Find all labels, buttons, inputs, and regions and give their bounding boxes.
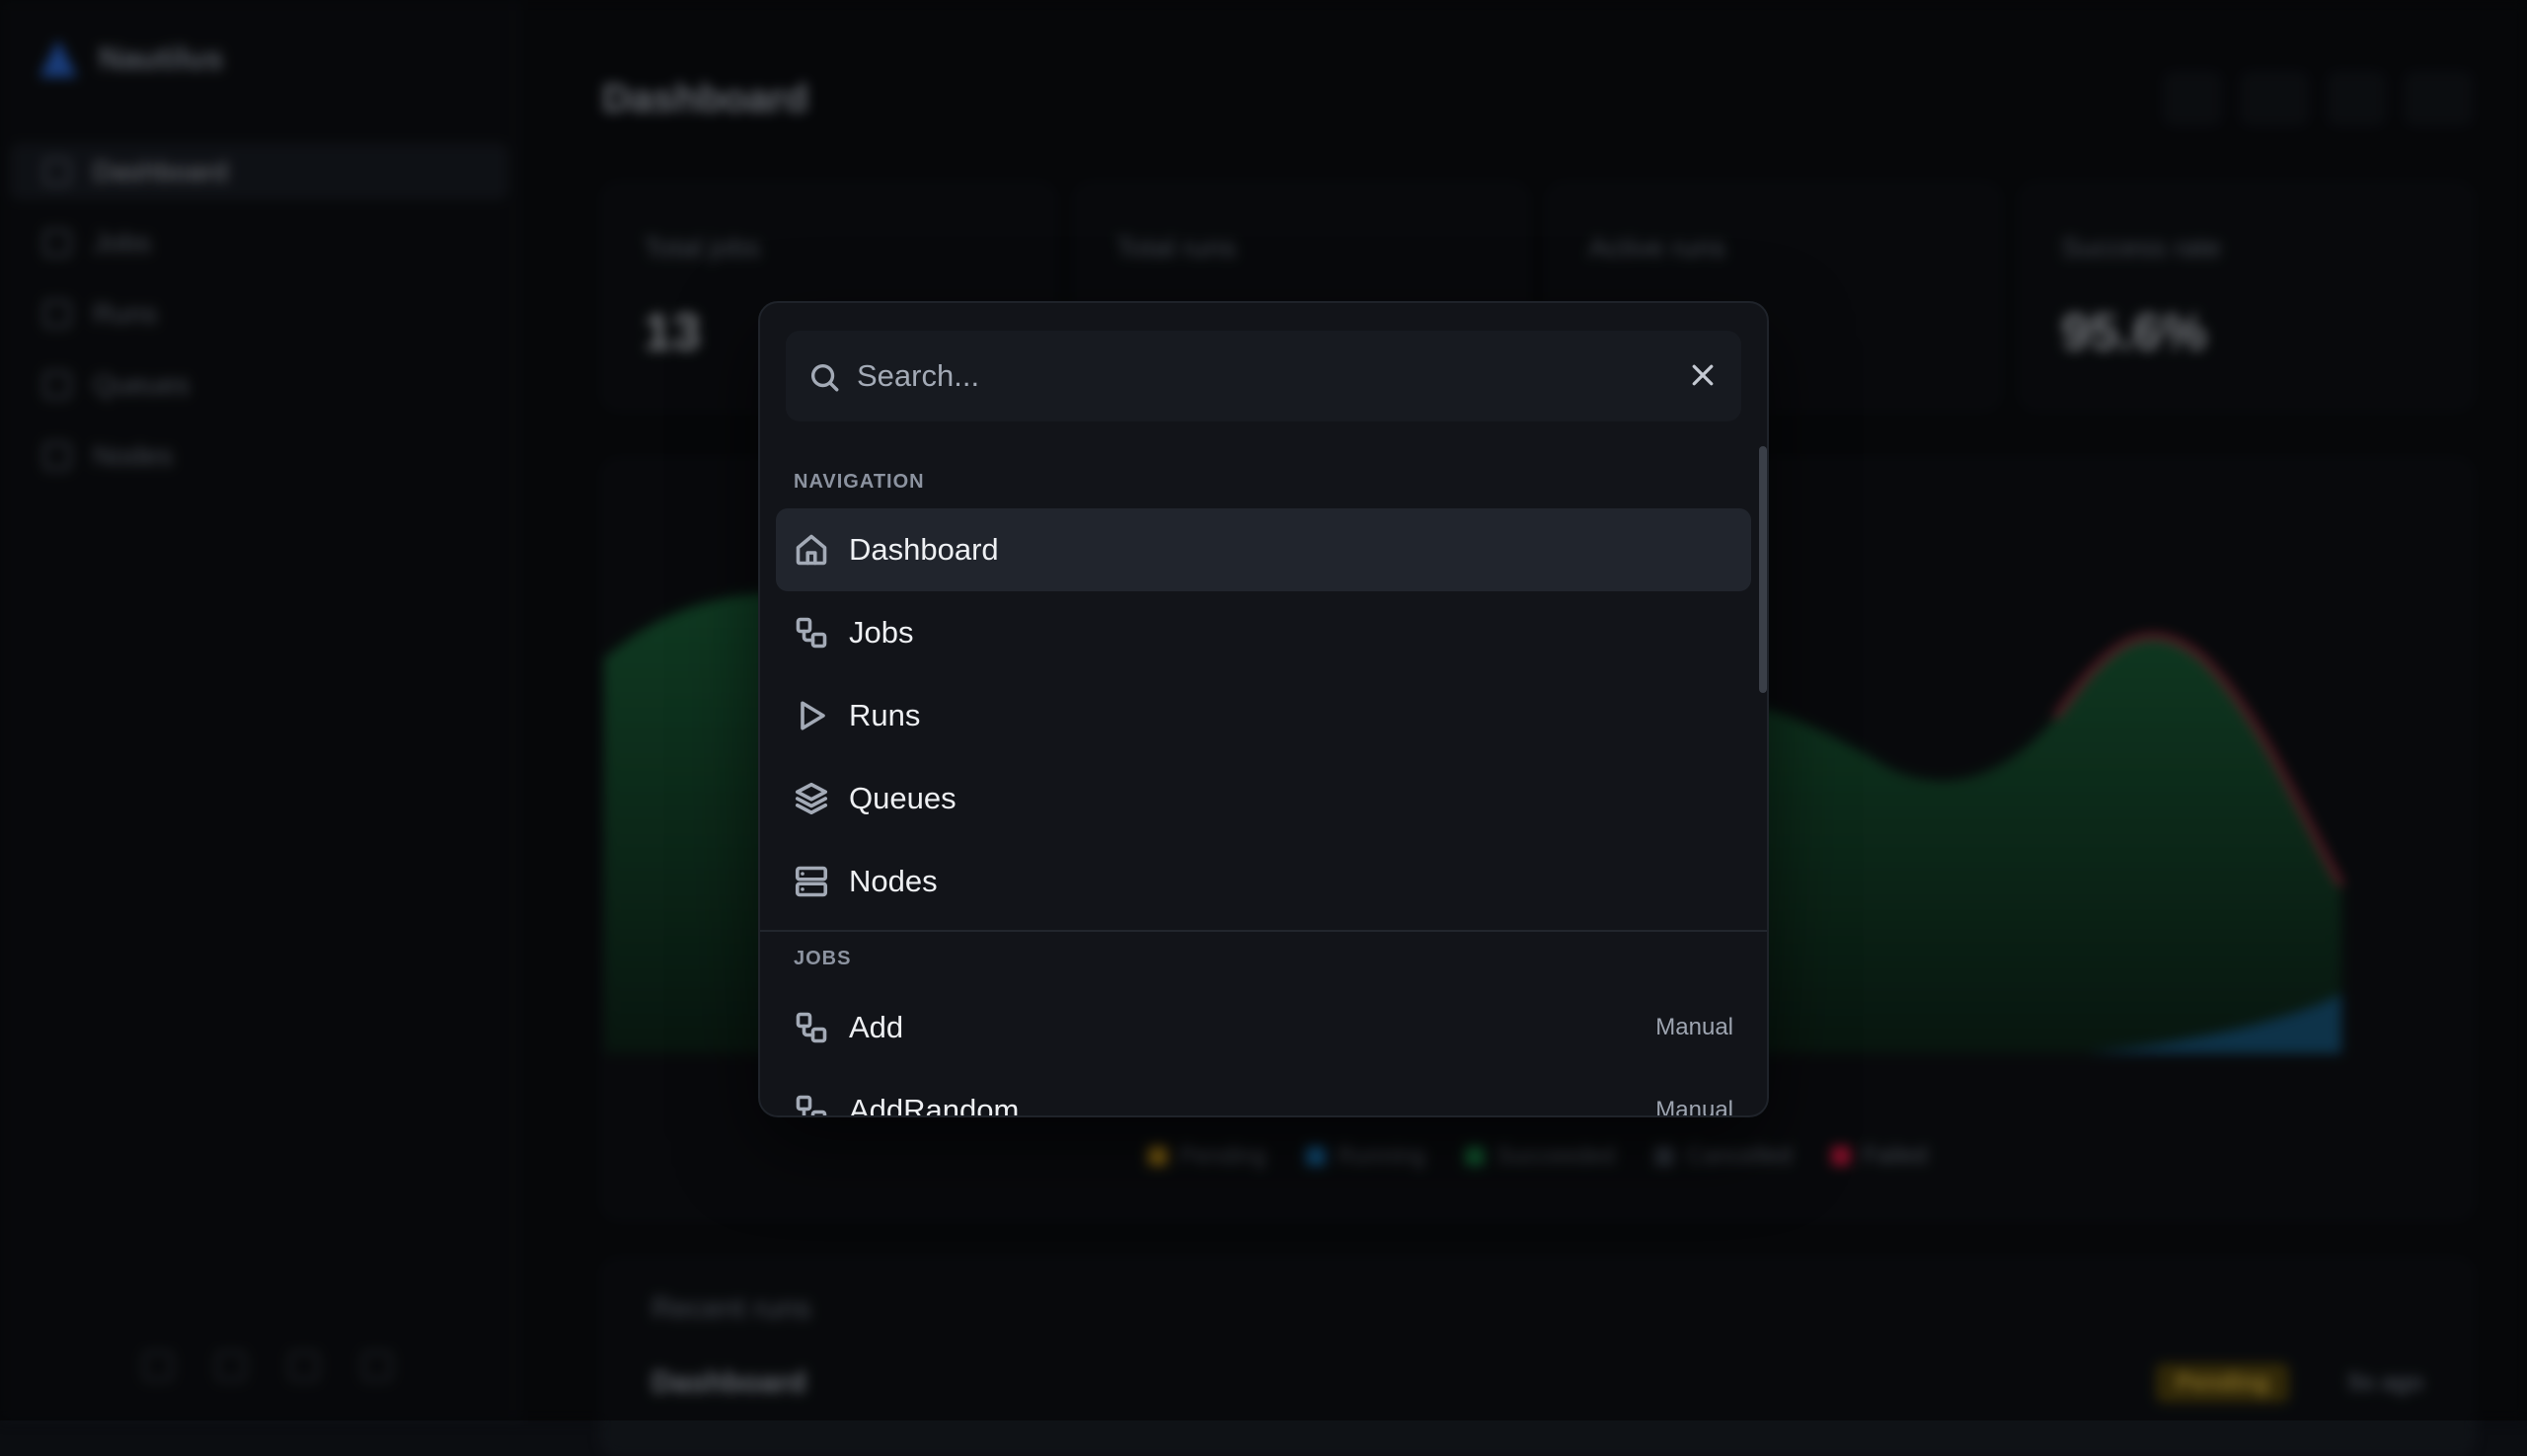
palette-item-job-add[interactable]: Add Manual bbox=[776, 986, 1751, 1069]
group-label-navigation: NAVIGATION bbox=[760, 471, 925, 494]
palette-item-job-addrandom[interactable]: AddRandom Manual bbox=[776, 1069, 1751, 1117]
search-bar bbox=[786, 331, 1741, 421]
palette-item-label: Dashboard bbox=[849, 532, 999, 568]
palette-item-nodes[interactable]: Nodes bbox=[776, 840, 1751, 923]
palette-item-dashboard[interactable]: Dashboard bbox=[776, 508, 1751, 591]
palette-item-queues[interactable]: Queues bbox=[776, 757, 1751, 840]
workflow-icon bbox=[794, 615, 829, 651]
palette-item-label: Runs bbox=[849, 698, 920, 733]
workflow-icon bbox=[794, 1093, 829, 1117]
layers-icon bbox=[794, 781, 829, 816]
search-icon bbox=[807, 360, 841, 394]
home-icon bbox=[794, 532, 829, 568]
search-input[interactable] bbox=[857, 331, 1646, 421]
workflow-icon bbox=[794, 1010, 829, 1045]
palette-item-label: Jobs bbox=[849, 615, 913, 651]
palette-item-label: Nodes bbox=[849, 864, 938, 899]
group-divider bbox=[760, 930, 1767, 932]
play-icon bbox=[794, 698, 829, 733]
palette-item-runs[interactable]: Runs bbox=[776, 674, 1751, 757]
palette-item-label: Add bbox=[849, 1010, 903, 1045]
group-label-jobs: JOBS bbox=[760, 948, 851, 970]
server-icon bbox=[794, 864, 829, 899]
command-palette: NAVIGATION Dashboard Jobs Runs Queues No… bbox=[758, 301, 1769, 1117]
trigger-type-label: Manual bbox=[1655, 1097, 1733, 1117]
close-icon[interactable] bbox=[1688, 360, 1718, 390]
scrollbar[interactable] bbox=[1759, 446, 1767, 693]
palette-item-jobs[interactable]: Jobs bbox=[776, 591, 1751, 674]
palette-item-label: AddRandom bbox=[849, 1093, 1019, 1117]
palette-item-label: Queues bbox=[849, 781, 957, 816]
trigger-type-label: Manual bbox=[1655, 1014, 1733, 1041]
